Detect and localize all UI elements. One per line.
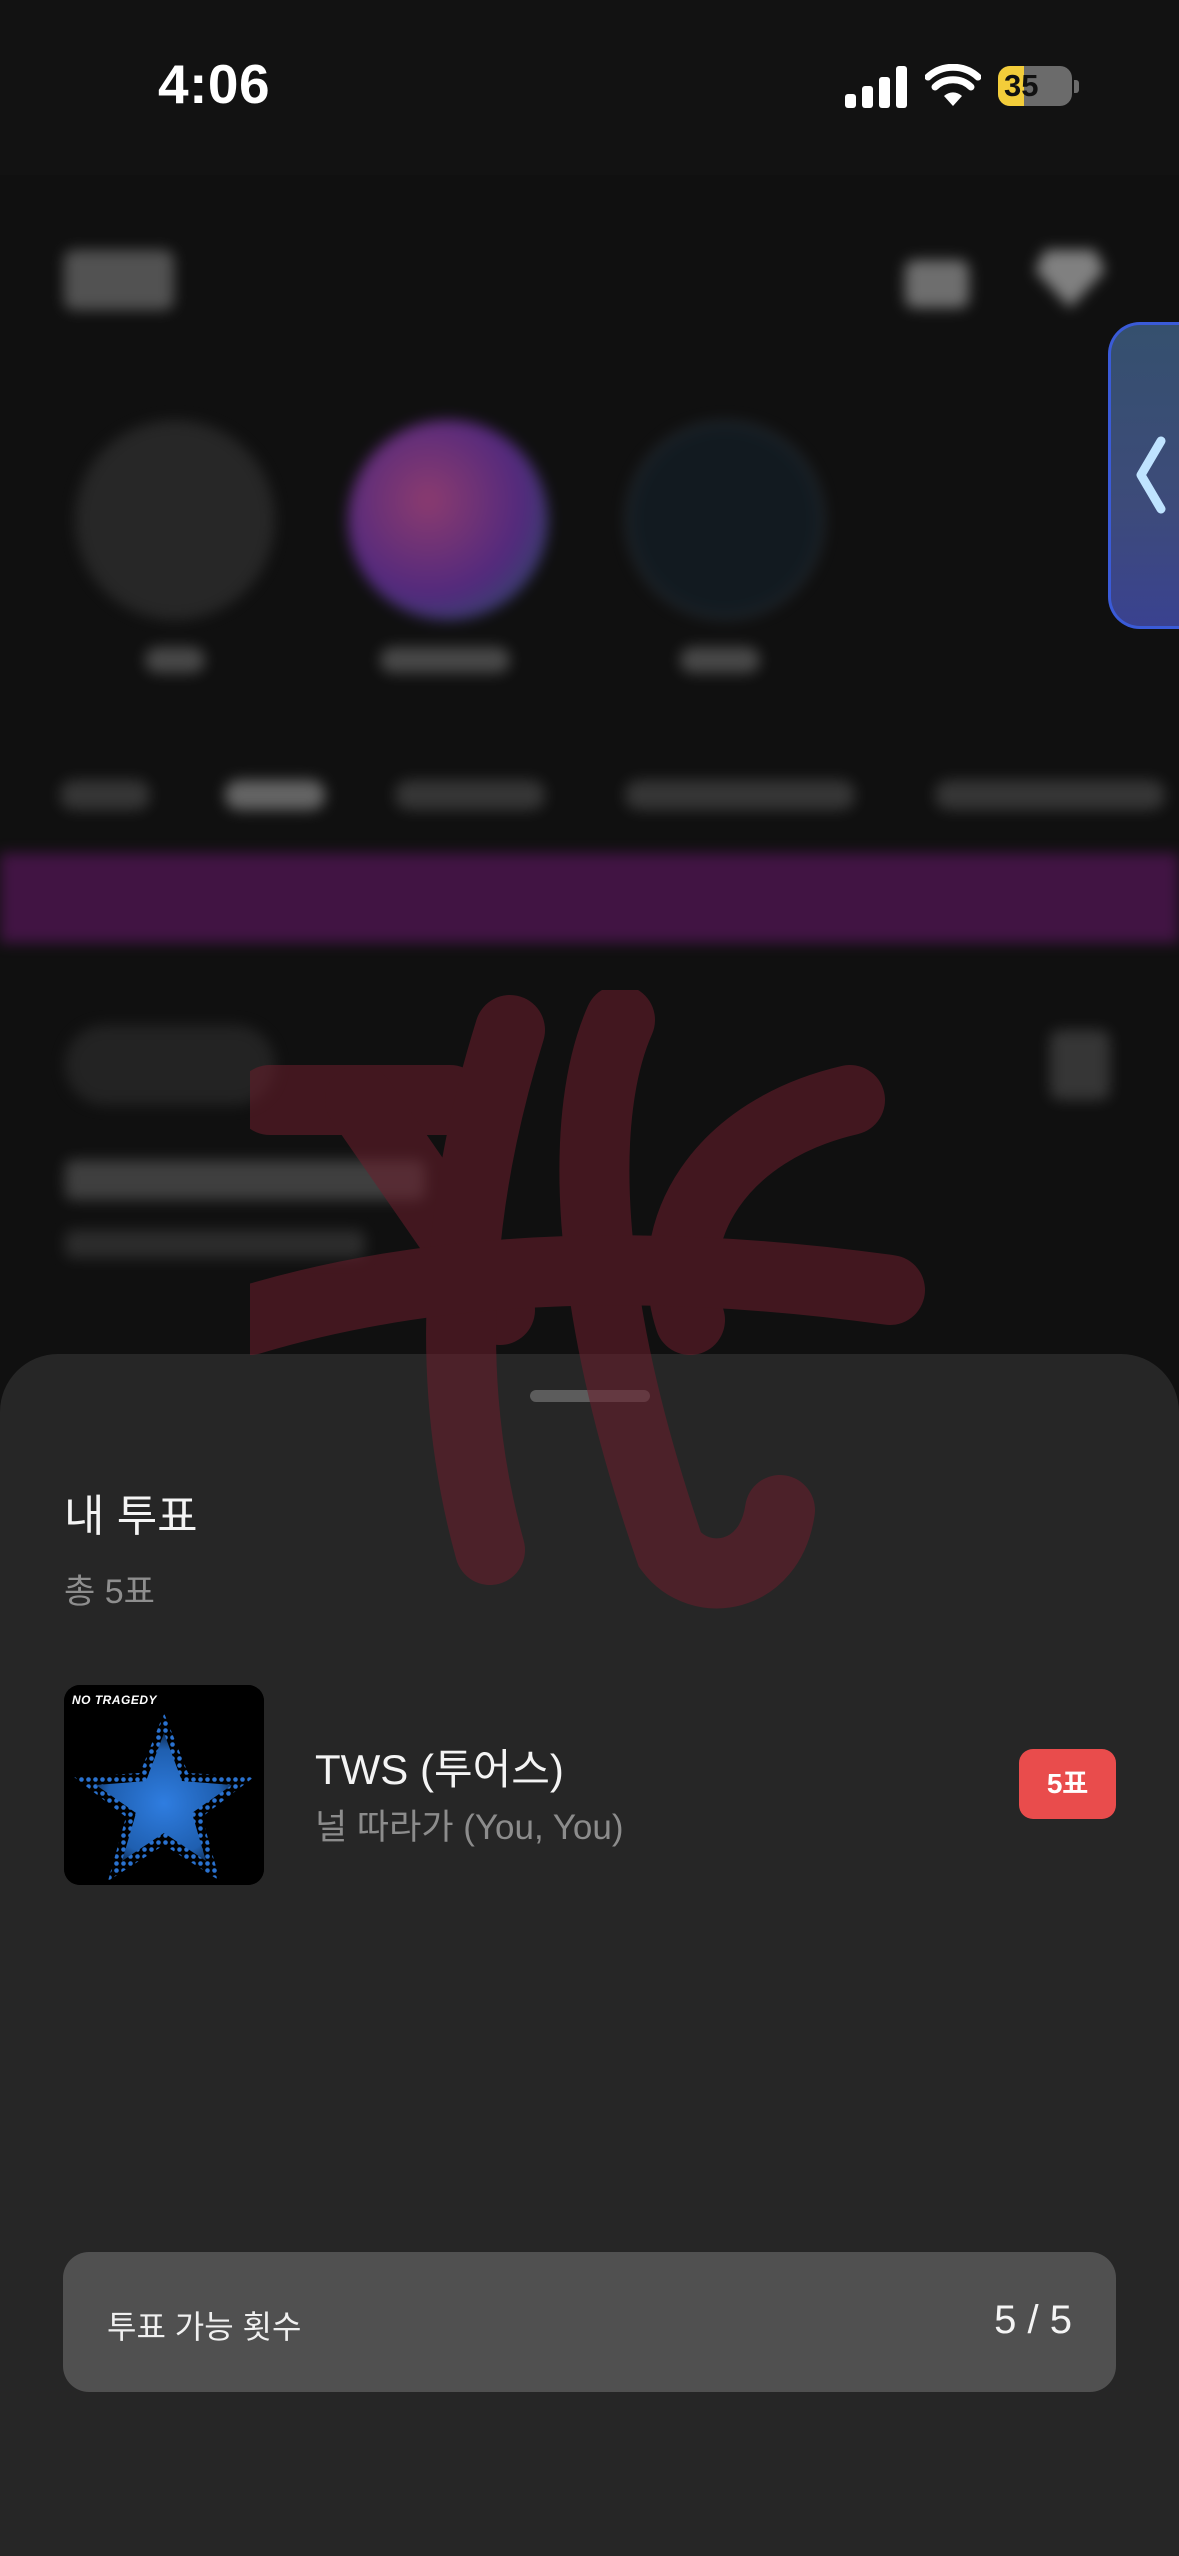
battery-level: 35 (1004, 68, 1039, 103)
total-votes-text: 총 5표 (64, 1573, 155, 1611)
background-tabs (60, 780, 1170, 820)
cellular-signal-icon (845, 66, 907, 108)
background-banner (0, 853, 1179, 943)
album-art-image: NO TRAGEDY (64, 1685, 264, 1885)
story-avatar (348, 420, 548, 620)
avatar-label-placeholder (380, 647, 510, 673)
chevron-left-icon (1136, 436, 1166, 514)
avatar-label-placeholder (145, 647, 205, 673)
available-votes-label: 투표 가능 횟수 (107, 2309, 302, 2345)
sheet-grabber[interactable] (530, 1390, 650, 1402)
artist-name: TWS (투어스) (315, 1746, 564, 1793)
diamond-icon (1035, 250, 1105, 308)
my-votes-bottom-sheet: 내 투표 총 5표 NO TRAGEDY TWS (투어스) 널 따라가 (Yo… (0, 1354, 1179, 2556)
status-bar: 4:06 35 (0, 0, 1179, 175)
vote-list-item[interactable]: NO TRAGEDY TWS (투어스) 널 따라가 (You, You) 5표 (0, 1679, 1179, 1889)
background-title-placeholder (64, 250, 174, 310)
story-avatar (75, 420, 275, 620)
background-text-line (65, 1230, 365, 1258)
background-text-line (65, 1160, 425, 1200)
status-time: 4:06 (158, 53, 271, 115)
background-pill (65, 1025, 275, 1105)
blurred-background-app (0, 175, 1179, 1375)
story-avatar (625, 420, 825, 620)
available-votes-value: 5 / 5 (994, 2298, 1072, 2342)
song-title: 널 따라가 (You, You) (315, 1808, 624, 1847)
album-art-title: NO TRAGEDY (72, 1693, 158, 1707)
mail-icon (905, 260, 969, 308)
avatar-label-placeholder (680, 647, 760, 673)
available-votes-box: 투표 가능 횟수 5 / 5 (63, 2252, 1116, 2392)
side-drawer-button[interactable] (1108, 322, 1179, 629)
battery-charging-icon: 35 (998, 66, 1079, 106)
sheet-title: 내 투표 (64, 1492, 198, 1541)
vote-count-badge: 5표 (1019, 1749, 1116, 1819)
wifi-icon (925, 64, 981, 106)
share-icon (1050, 1030, 1110, 1100)
